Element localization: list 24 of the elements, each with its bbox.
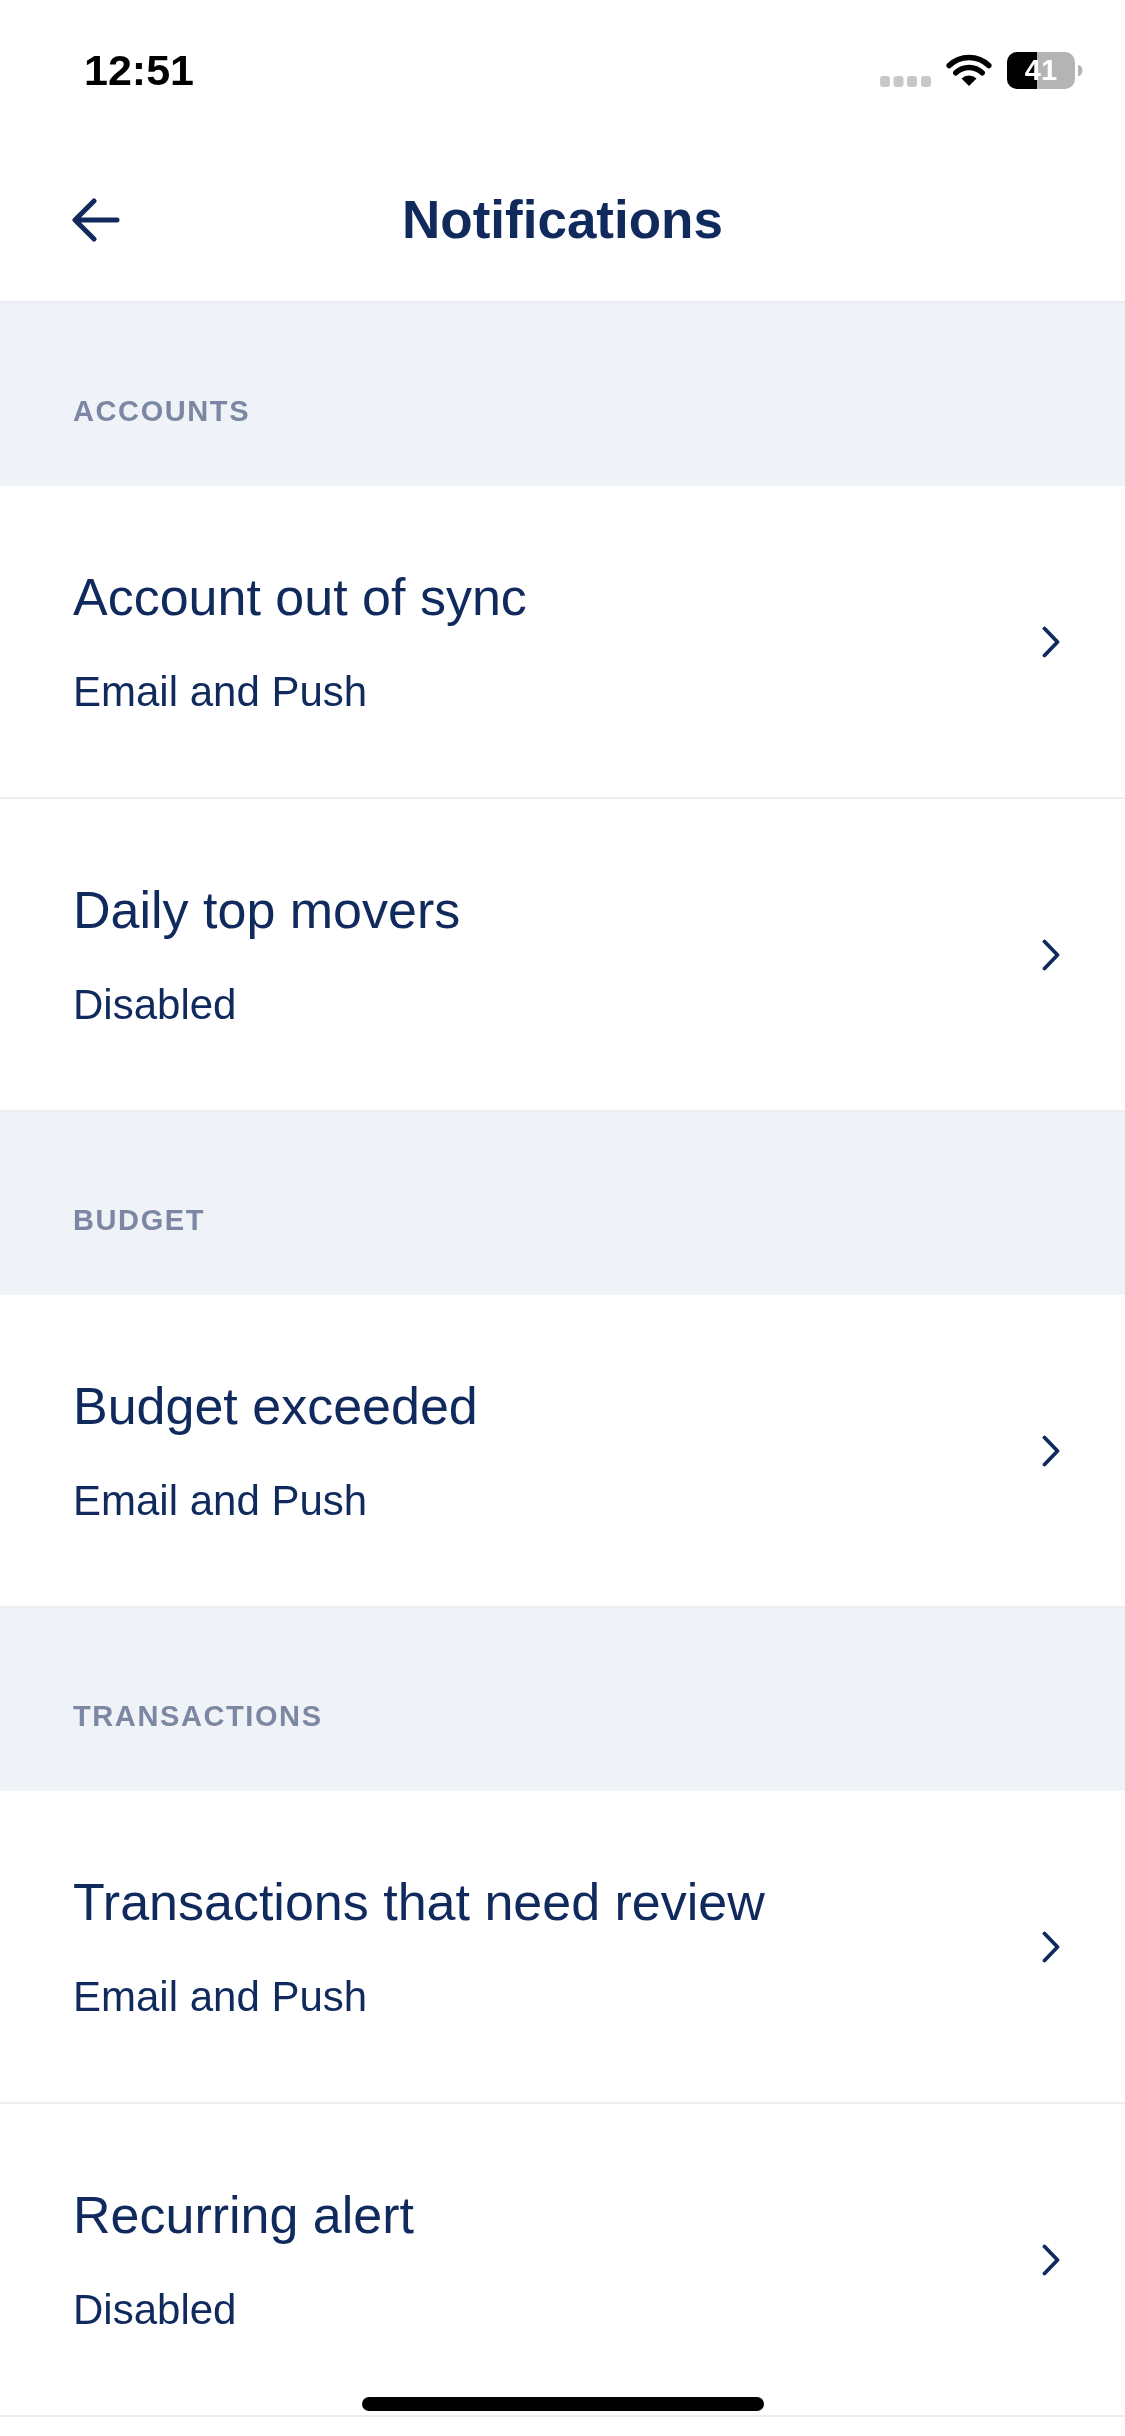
screen-title: Notifications [402, 188, 723, 251]
notification-status: Disabled [73, 979, 237, 1030]
status-time: 12:51 [84, 45, 194, 95]
notification-title: Daily top movers [73, 879, 461, 940]
wifi-icon [946, 54, 992, 86]
section-title: TRANSACTIONS [73, 1699, 323, 1734]
notification-title: Transactions that need review [73, 1871, 765, 1932]
notification-title: Account out of sync [73, 566, 527, 627]
chevron-right-icon [1042, 938, 1060, 971]
section-title: BUDGET [73, 1203, 206, 1238]
back-button[interactable] [72, 197, 120, 242]
chevron-right-icon [1042, 2243, 1060, 2276]
notification-status: Disabled [73, 2284, 237, 2335]
chevron-right-icon [1042, 1434, 1060, 1467]
chevron-right-icon [1042, 625, 1060, 658]
chevron-right-icon [1042, 1930, 1060, 1963]
signal-icon [880, 75, 931, 87]
section-title: ACCOUNTS [73, 394, 251, 429]
back-arrow-icon [72, 197, 120, 242]
notification-title: Recurring alert [73, 2184, 415, 2245]
notification-status: Email and Push [73, 1971, 368, 2022]
notification-status: Email and Push [73, 666, 368, 717]
notification-status: Email and Push [73, 1475, 368, 1526]
notification-title: Budget exceeded [73, 1375, 478, 1436]
